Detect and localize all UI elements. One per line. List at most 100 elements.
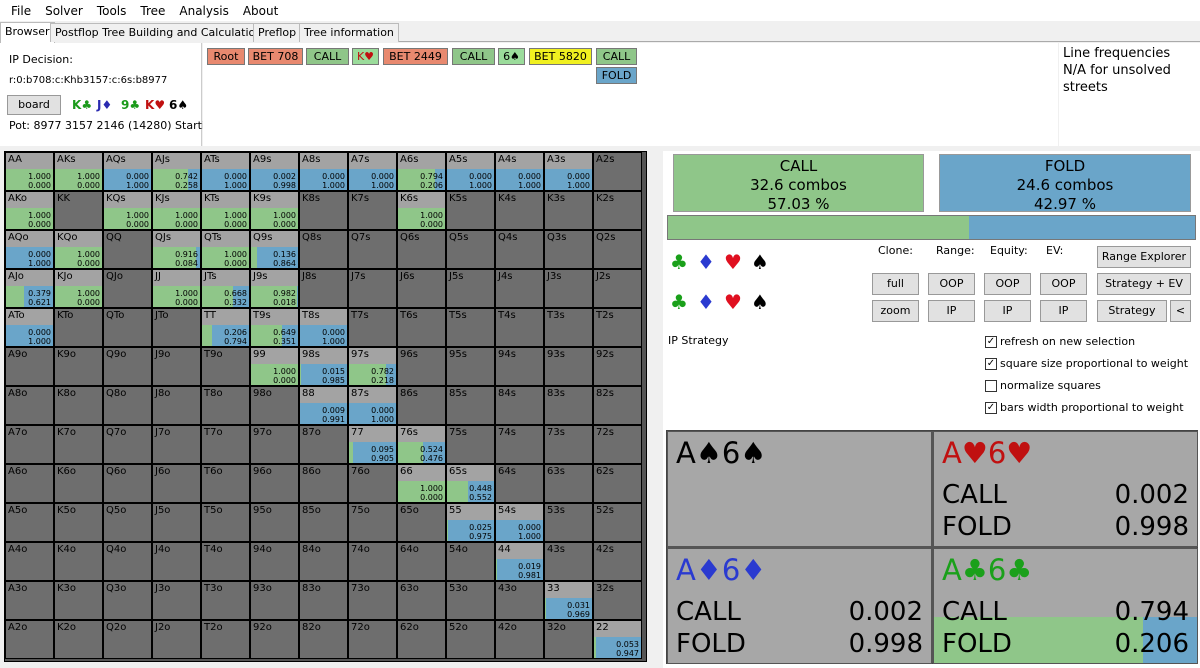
refresh-checkbox[interactable]: ✓ refresh on new selection bbox=[985, 335, 1135, 348]
hand-cell-J8o[interactable]: J8o bbox=[152, 386, 201, 425]
hand-cell-32s[interactable]: 32s bbox=[593, 581, 642, 620]
checkbox-box[interactable]: ✓ bbox=[985, 335, 997, 348]
hand-cell-87o[interactable]: 87o bbox=[299, 425, 348, 464]
hand-cell-Q2s[interactable]: Q2s bbox=[593, 230, 642, 269]
hand-cell-Q5s[interactable]: Q5s bbox=[446, 230, 495, 269]
combo-cell-ah6h[interactable]: A♥6♥ CALL 0.002 FOLD 0.998 bbox=[933, 431, 1198, 547]
hand-cell-96o[interactable]: 96o bbox=[250, 464, 299, 503]
hand-cell-Q2o[interactable]: Q2o bbox=[103, 620, 152, 659]
hand-cell-J9o[interactable]: J9o bbox=[152, 347, 201, 386]
hand-cell-85o[interactable]: 85o bbox=[299, 503, 348, 542]
hand-cell-K8o[interactable]: K8o bbox=[54, 386, 103, 425]
hand-cell-44[interactable]: 0.019 0.981 44 bbox=[495, 542, 544, 581]
hand-cell-Q6s[interactable]: Q6s bbox=[397, 230, 446, 269]
clone-full-button[interactable]: full bbox=[872, 273, 919, 295]
hand-cell-96s[interactable]: 96s bbox=[397, 347, 446, 386]
hand-cell-54s[interactable]: 0.000 1.000 54s bbox=[495, 503, 544, 542]
hand-cell-98o[interactable]: 98o bbox=[250, 386, 299, 425]
hand-cell-T7o[interactable]: T7o bbox=[201, 425, 250, 464]
hand-cell-J4o[interactable]: J4o bbox=[152, 542, 201, 581]
hand-cell-KTs[interactable]: 1.000 0.000 KTs bbox=[201, 191, 250, 230]
heart-suit-filter-icon[interactable]: ♥ bbox=[724, 292, 742, 312]
hand-cell-A9s[interactable]: 0.002 0.998 A9s bbox=[250, 152, 299, 191]
hand-cell-A9o[interactable]: A9o bbox=[5, 347, 54, 386]
hand-cell-JTo[interactable]: JTo bbox=[152, 308, 201, 347]
hand-cell-A7s[interactable]: 0.000 1.000 A7s bbox=[348, 152, 397, 191]
fold-summary[interactable]: FOLD 24.6 combos 42.97 % bbox=[939, 154, 1191, 213]
hand-cell-Q4s[interactable]: Q4s bbox=[495, 230, 544, 269]
line-call[interactable]: CALL bbox=[452, 48, 495, 65]
hand-cell-76s[interactable]: 0.524 0.476 76s bbox=[397, 425, 446, 464]
menu-analysis[interactable]: Analysis bbox=[179, 4, 228, 18]
range-explorer-button[interactable]: Range Explorer bbox=[1097, 246, 1191, 268]
hand-cell-82s[interactable]: 82s bbox=[593, 386, 642, 425]
hand-cell-K3o[interactable]: K3o bbox=[54, 581, 103, 620]
hand-cell-43o[interactable]: 43o bbox=[495, 581, 544, 620]
hand-cell-99[interactable]: 1.000 0.000 99 bbox=[250, 347, 299, 386]
hand-cell-K8s[interactable]: K8s bbox=[299, 191, 348, 230]
hand-cell-A2s[interactable]: A2s bbox=[593, 152, 642, 191]
hand-cell-22[interactable]: 0.053 0.947 22 bbox=[593, 620, 642, 659]
combo-cell-ad6d[interactable]: A♦6♦ CALL 0.002 FOLD 0.998 bbox=[667, 548, 932, 664]
line-call[interactable]: CALL bbox=[306, 48, 349, 65]
hand-cell-Q9s[interactable]: 0.136 0.864 Q9s bbox=[250, 230, 299, 269]
hand-cell-73o[interactable]: 73o bbox=[348, 581, 397, 620]
hand-cell-Q3o[interactable]: Q3o bbox=[103, 581, 152, 620]
hand-cell-92s[interactable]: 92s bbox=[593, 347, 642, 386]
hand-cell-K4o[interactable]: K4o bbox=[54, 542, 103, 581]
checkbox-box[interactable]: ✓ bbox=[985, 357, 997, 370]
hand-cell-86o[interactable]: 86o bbox=[299, 464, 348, 503]
hand-cell-32o[interactable]: 32o bbox=[544, 620, 593, 659]
hand-cell-AA[interactable]: 1.000 0.000 AA bbox=[5, 152, 54, 191]
hand-cell-84s[interactable]: 84s bbox=[495, 386, 544, 425]
hand-cell-K4s[interactable]: K4s bbox=[495, 191, 544, 230]
hand-cell-ATo[interactable]: 0.000 1.000 ATo bbox=[5, 308, 54, 347]
hand-cell-T8o[interactable]: T8o bbox=[201, 386, 250, 425]
spade-suit-filter-icon[interactable]: ♠ bbox=[751, 292, 769, 312]
hand-cell-73s[interactable]: 73s bbox=[544, 425, 593, 464]
hand-cell-K9s[interactable]: 1.000 0.000 K9s bbox=[250, 191, 299, 230]
hand-cell-K9o[interactable]: K9o bbox=[54, 347, 103, 386]
hand-cell-75s[interactable]: 75s bbox=[446, 425, 495, 464]
hand-cell-K2s[interactable]: K2s bbox=[593, 191, 642, 230]
menu-solver[interactable]: Solver bbox=[45, 4, 83, 18]
line-card-6s[interactable]: 6♠ bbox=[498, 48, 525, 65]
club-suit-filter-icon[interactable]: ♣ bbox=[670, 292, 688, 312]
hand-cell-93s[interactable]: 93s bbox=[544, 347, 593, 386]
hand-cell-J3s[interactable]: J3s bbox=[544, 269, 593, 308]
hand-cell-QQ[interactable]: QQ bbox=[103, 230, 152, 269]
collapse-button[interactable]: < bbox=[1170, 300, 1191, 322]
hand-cell-K7s[interactable]: K7s bbox=[348, 191, 397, 230]
hand-cell-A2o[interactable]: A2o bbox=[5, 620, 54, 659]
tab-postflop-tree[interactable]: Postflop Tree Building and Calculations bbox=[50, 23, 273, 42]
hand-cell-95s[interactable]: 95s bbox=[446, 347, 495, 386]
hand-cell-53s[interactable]: 53s bbox=[544, 503, 593, 542]
hand-cell-85s[interactable]: 85s bbox=[446, 386, 495, 425]
hand-cell-Q9o[interactable]: Q9o bbox=[103, 347, 152, 386]
square-size-checkbox[interactable]: ✓ square size proportional to weight bbox=[985, 357, 1188, 370]
hand-cell-Q7s[interactable]: Q7s bbox=[348, 230, 397, 269]
hand-cell-92o[interactable]: 92o bbox=[250, 620, 299, 659]
hand-cell-94s[interactable]: 94s bbox=[495, 347, 544, 386]
hand-cell-Q4o[interactable]: Q4o bbox=[103, 542, 152, 581]
hand-cell-94o[interactable]: 94o bbox=[250, 542, 299, 581]
checkbox-box[interactable]: ✓ bbox=[985, 401, 997, 414]
hand-cell-KK[interactable]: KK bbox=[54, 191, 103, 230]
hand-cell-AKo[interactable]: 1.000 0.000 AKo bbox=[5, 191, 54, 230]
hand-cell-86s[interactable]: 86s bbox=[397, 386, 446, 425]
hand-cell-42o[interactable]: 42o bbox=[495, 620, 544, 659]
hand-cell-82o[interactable]: 82o bbox=[299, 620, 348, 659]
hand-cell-A3o[interactable]: A3o bbox=[5, 581, 54, 620]
hand-cell-J2s[interactable]: J2s bbox=[593, 269, 642, 308]
hand-cell-97o[interactable]: 97o bbox=[250, 425, 299, 464]
hand-cell-62s[interactable]: 62s bbox=[593, 464, 642, 503]
hand-cell-KQo[interactable]: 1.000 0.000 KQo bbox=[54, 230, 103, 269]
line-call-option[interactable]: CALL bbox=[596, 48, 637, 65]
equity-ip-button[interactable]: IP bbox=[984, 300, 1031, 322]
hand-cell-93o[interactable]: 93o bbox=[250, 581, 299, 620]
tab-preflop[interactable]: Preflop bbox=[253, 23, 302, 42]
hand-cell-Q3s[interactable]: Q3s bbox=[544, 230, 593, 269]
club-suit-filter-icon[interactable]: ♣ bbox=[670, 252, 688, 272]
hand-cell-42s[interactable]: 42s bbox=[593, 542, 642, 581]
line-card-kh[interactable]: K♥ bbox=[352, 48, 379, 65]
